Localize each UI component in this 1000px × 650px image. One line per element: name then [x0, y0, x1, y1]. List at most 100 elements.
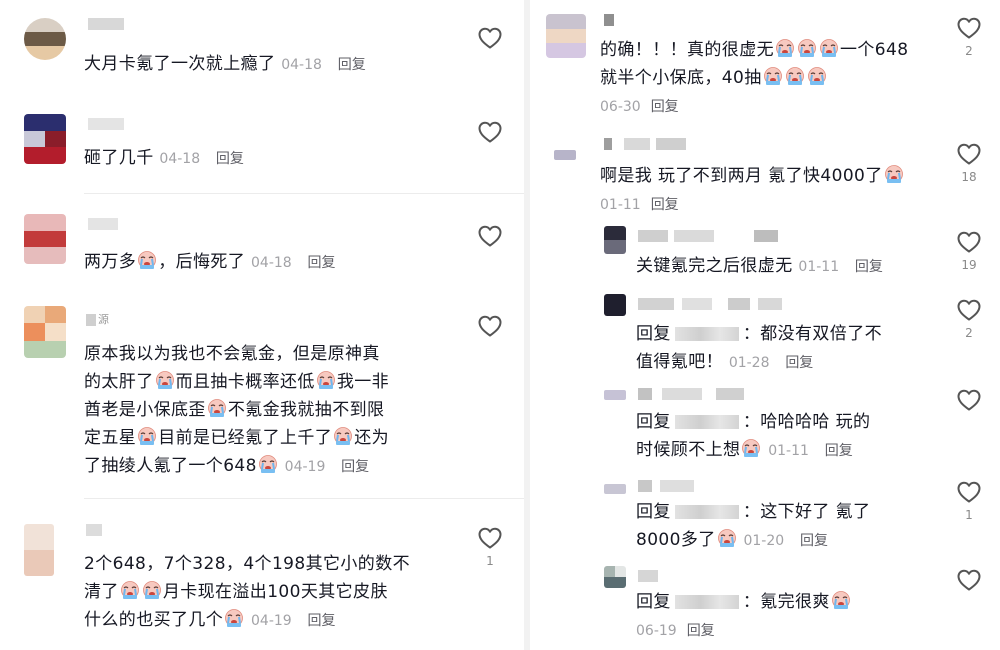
- avatar[interactable]: [604, 566, 626, 588]
- heart-outline-icon: [956, 16, 982, 40]
- like-button[interactable]: [954, 388, 984, 412]
- heart-outline-icon: [956, 388, 982, 412]
- comment-text: 回复 ：哈哈哈哈 玩的 时候顾不上想 01-11 回复: [636, 412, 871, 460]
- username[interactable]: [604, 14, 614, 26]
- username[interactable]: [88, 218, 118, 230]
- reply-item: 回复 ：哈哈哈哈 玩的 时候顾不上想 01-11 回复: [530, 380, 1000, 466]
- like-count: 19: [961, 258, 977, 272]
- reply-target-username[interactable]: [674, 505, 739, 519]
- reply-item: 回复 ：都没有双倍了不 值得氪吧！ 01-28 回复 2: [530, 290, 1000, 376]
- crying-face-emoji-icon: [120, 580, 140, 600]
- like-count: 1: [965, 508, 973, 522]
- reply-target-username[interactable]: [674, 327, 739, 341]
- username[interactable]: [638, 388, 748, 400]
- avatar[interactable]: [604, 390, 626, 400]
- like-button[interactable]: 18: [954, 142, 984, 184]
- like-count: 1: [486, 554, 494, 568]
- crying-face-emoji-icon: [316, 370, 336, 390]
- heart-outline-icon: [956, 230, 982, 254]
- crying-face-emoji-icon: [155, 370, 175, 390]
- like-button[interactable]: 1: [954, 480, 984, 522]
- crying-face-emoji-icon: [819, 38, 839, 58]
- like-button[interactable]: [954, 568, 984, 592]
- like-button[interactable]: [475, 26, 505, 50]
- comment-item: 大月卡氪了一次就上瘾了 04-18 回复: [0, 0, 524, 95]
- avatar[interactable]: [24, 114, 66, 164]
- crying-face-emoji-icon: [333, 426, 353, 446]
- reply-button[interactable]: 回复: [341, 459, 369, 475]
- comment-text: 大月卡氪了一次就上瘾了 04-18 回复: [84, 54, 366, 74]
- heart-outline-icon: [956, 480, 982, 504]
- reply-button[interactable]: 回复: [216, 151, 244, 167]
- divider: [84, 193, 524, 194]
- crying-face-emoji-icon: [137, 250, 157, 270]
- avatar[interactable]: [24, 214, 66, 264]
- like-count: 18: [961, 170, 977, 184]
- reply-button[interactable]: 回复: [855, 259, 883, 275]
- comment-text: 的确！！！真的很虚无 一个648 就半个小保底，40抽 06-30 回复: [600, 38, 909, 115]
- avatar[interactable]: [554, 150, 576, 160]
- like-button[interactable]: 2: [954, 298, 984, 340]
- like-button[interactable]: 2: [954, 16, 984, 58]
- reply-target-username[interactable]: [674, 595, 739, 609]
- username[interactable]: [604, 138, 694, 150]
- like-count: 2: [965, 326, 973, 340]
- avatar[interactable]: [24, 18, 66, 60]
- avatar[interactable]: [24, 524, 54, 576]
- reply-button[interactable]: 回复: [687, 623, 715, 639]
- crying-face-emoji-icon: [207, 398, 227, 418]
- crying-face-emoji-icon: [258, 454, 278, 474]
- avatar[interactable]: [604, 484, 626, 494]
- comment-text: 两万多 ，后悔死了 04-18 回复: [84, 250, 336, 272]
- reply-button[interactable]: 回复: [651, 99, 679, 115]
- comment-item: 砸了几千 04-18 回复: [0, 100, 524, 190]
- reply-button[interactable]: 回复: [785, 355, 813, 371]
- like-button[interactable]: 19: [954, 230, 984, 272]
- heart-outline-icon: [477, 314, 503, 338]
- like-button[interactable]: [475, 120, 505, 144]
- username[interactable]: [86, 524, 102, 536]
- reply-item: 回复 ：这下好了 氪了 8000多了 01-20 回复 1: [530, 472, 1000, 558]
- avatar[interactable]: [604, 294, 626, 316]
- like-button[interactable]: 1: [475, 526, 505, 568]
- heart-outline-icon: [956, 298, 982, 322]
- like-button[interactable]: [475, 224, 505, 248]
- reply-button[interactable]: 回复: [308, 255, 336, 271]
- comment-date: 04-19: [251, 613, 292, 629]
- reply-button[interactable]: 回复: [651, 197, 679, 213]
- comment-date: 04-18: [281, 57, 322, 73]
- crying-face-emoji-icon: [717, 528, 737, 548]
- username[interactable]: [88, 118, 124, 130]
- crying-face-emoji-icon: [884, 164, 904, 184]
- reply-button[interactable]: 回复: [338, 57, 366, 73]
- like-button[interactable]: [475, 314, 505, 338]
- username[interactable]: [638, 230, 778, 242]
- reply-button[interactable]: 回复: [308, 613, 336, 629]
- reply-item: 回复 ：氪完很爽 06-19 回复: [530, 562, 1000, 642]
- reply-button[interactable]: 回复: [825, 443, 853, 459]
- crying-face-emoji-icon: [807, 66, 827, 86]
- username[interactable]: 源: [86, 314, 116, 326]
- username[interactable]: [638, 480, 738, 492]
- reply-target-username[interactable]: [674, 415, 739, 429]
- username[interactable]: [88, 18, 124, 30]
- heart-outline-icon: [956, 142, 982, 166]
- comment-date: 06-19: [636, 623, 677, 639]
- like-count: 2: [965, 44, 973, 58]
- comment-text: 原本我以为我也不会氪金，但是原神真 的太肝了 而且抽卡概率还低 我一非 酋老是小保底…: [84, 344, 390, 476]
- comment-text: 啊是我 玩了不到两月 氪了快4000了 01-11 回复: [600, 162, 940, 219]
- comment-date: 06-30: [600, 99, 641, 115]
- username[interactable]: [638, 298, 788, 310]
- crying-face-emoji-icon: [142, 580, 162, 600]
- crying-face-emoji-icon: [785, 66, 805, 86]
- reply-button[interactable]: 回复: [800, 533, 828, 549]
- username[interactable]: [638, 570, 668, 582]
- comment-item: 两万多 ，后悔死了 04-18 回复: [0, 200, 524, 290]
- avatar[interactable]: [24, 306, 66, 358]
- comment-column-right: 的确！！！真的很虚无 一个648 就半个小保底，40抽 06-30 回复 2 啊是我…: [530, 0, 1000, 650]
- crying-face-emoji-icon: [741, 438, 761, 458]
- avatar[interactable]: [604, 226, 626, 254]
- comment-text: 关键氪完之后很虚无 01-11 回复: [636, 256, 883, 276]
- crying-face-emoji-icon: [224, 608, 244, 628]
- avatar[interactable]: [546, 14, 586, 58]
